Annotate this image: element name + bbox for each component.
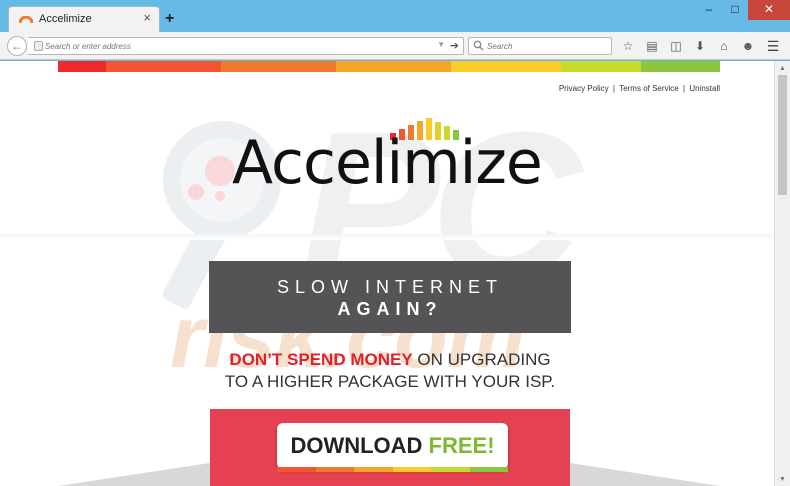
tab-close-icon[interactable]: × xyxy=(143,11,151,24)
rainbow-segment xyxy=(221,61,336,72)
scrollbar[interactable]: ▲ ▼ xyxy=(774,61,790,486)
address-bar[interactable]: ▼ ➔ xyxy=(28,37,464,55)
rainbow-strip xyxy=(58,61,720,72)
watermark-dot xyxy=(215,191,225,201)
download-button-label: DOWNLOAD xyxy=(290,433,423,458)
download-button-free: FREE! xyxy=(428,433,495,458)
decor-wing-left xyxy=(58,463,210,486)
hamburger-menu-icon[interactable]: ☰ xyxy=(764,37,782,55)
scroll-thumb[interactable] xyxy=(778,75,787,195)
section-divider xyxy=(0,234,774,240)
button-rainbow-segment xyxy=(392,467,431,472)
button-rainbow-segment xyxy=(315,467,354,472)
message-part2: TO A HIGHER PACKAGE WITH YOUR ISP. xyxy=(224,372,556,391)
toolbar-icons: ☆ ▤ ◫ ⬇ ⌂ ☻ xyxy=(616,37,760,55)
rainbow-segment xyxy=(641,61,720,72)
navigation-toolbar: ← ▼ ➔ ☆ ▤ ◫ ⬇ ⌂ ☻ ☰ xyxy=(0,32,790,60)
watermark-dot xyxy=(205,156,235,186)
watermark-dot xyxy=(188,184,204,200)
headline-line1: SLOW INTERNET xyxy=(276,277,503,297)
link-separator: | xyxy=(683,84,686,93)
download-button[interactable]: DOWNLOAD FREE! xyxy=(277,423,508,469)
tab-title: Accelimize xyxy=(39,13,92,25)
scroll-up-icon[interactable]: ▲ xyxy=(779,65,786,72)
privacy-policy-link[interactable]: Privacy Policy xyxy=(559,84,609,93)
home-icon[interactable]: ⌂ xyxy=(712,37,736,55)
logo: Accelimize xyxy=(232,128,543,198)
scroll-down-icon[interactable]: ▼ xyxy=(779,476,786,483)
search-icon xyxy=(473,40,484,51)
button-rainbow-segment xyxy=(354,467,393,472)
new-tab-button[interactable]: + xyxy=(165,11,174,27)
rainbow-segment xyxy=(561,61,641,72)
download-icon[interactable]: ⬇ xyxy=(688,37,712,55)
message-part1: ON UPGRADING xyxy=(412,350,551,369)
url-input[interactable] xyxy=(45,40,425,53)
history-dropdown-icon[interactable]: ▼ xyxy=(437,40,445,49)
button-rainbow-segment xyxy=(431,467,470,472)
button-rainbow-segment xyxy=(469,467,508,472)
rainbow-segment xyxy=(58,61,106,72)
favicon-icon xyxy=(19,16,33,24)
title-bar: Accelimize × + – □ ✕ xyxy=(0,0,790,33)
browser-tab[interactable]: Accelimize × xyxy=(8,6,160,33)
rainbow-segment xyxy=(106,61,221,72)
close-window-button[interactable]: ✕ xyxy=(748,0,790,20)
maximize-button[interactable]: □ xyxy=(722,0,748,20)
headline-line2: AGAIN? xyxy=(337,299,443,319)
pocket-icon[interactable]: ◫ xyxy=(664,37,688,55)
uninstall-link[interactable]: Uninstall xyxy=(689,84,720,93)
rainbow-segment xyxy=(336,61,451,72)
search-input[interactable] xyxy=(487,40,607,53)
window-controls: – □ ✕ xyxy=(696,0,790,20)
search-bar[interactable] xyxy=(468,37,612,55)
bookmark-star-icon[interactable]: ☆ xyxy=(616,37,640,55)
rainbow-segment xyxy=(451,61,561,72)
message-highlight: DON’T SPEND MONEY xyxy=(229,350,413,369)
page-content: PC risk.com Privacy Policy | Terms of Se… xyxy=(0,61,774,486)
message-text: DON’T SPEND MONEY ON UPGRADING TO A HIGH… xyxy=(209,349,571,393)
terms-of-service-link[interactable]: Terms of Service xyxy=(619,84,679,93)
decor-wing-right xyxy=(570,463,720,486)
go-arrow-icon[interactable]: ➔ xyxy=(450,39,459,52)
chat-icon[interactable]: ☻ xyxy=(736,37,760,55)
minimize-button[interactable]: – xyxy=(696,0,722,20)
button-rainbow-strip xyxy=(277,467,508,472)
back-arrow-icon: ← xyxy=(11,39,23,53)
link-separator: | xyxy=(612,84,615,93)
reading-list-icon[interactable]: ▤ xyxy=(640,37,664,55)
top-links: Privacy Policy | Terms of Service | Unin… xyxy=(558,84,721,93)
back-button[interactable]: ← xyxy=(7,36,27,56)
bubble-tip xyxy=(383,403,395,409)
button-rainbow-segment xyxy=(277,467,316,472)
page-info-icon[interactable] xyxy=(34,41,43,51)
